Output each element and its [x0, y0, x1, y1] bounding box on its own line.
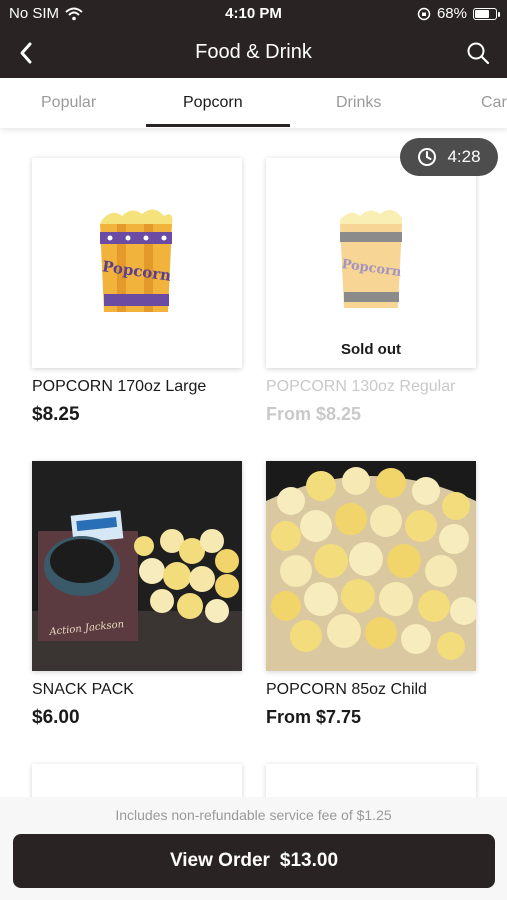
- battery-fill: [475, 9, 489, 18]
- tab-candy[interactable]: Car: [481, 94, 507, 112]
- product-price: $6.00: [32, 707, 80, 728]
- product-price: From $8.25: [266, 404, 362, 424]
- search-icon: [467, 42, 490, 65]
- category-tabs: Popular Popcorn Drinks Car: [0, 78, 507, 128]
- battery-icon: [473, 7, 500, 20]
- service-fee-note: Includes non-refundable service fee of $…: [115, 807, 392, 823]
- product-image: [266, 461, 476, 671]
- popcorn-bag-image: Popcorn: [340, 209, 403, 308]
- product-image: Action Jackson: [32, 461, 242, 671]
- snack-pack-image: Action Jackson: [32, 461, 242, 671]
- view-order-label: View Order: [169, 850, 270, 871]
- session-timer: 4:28: [400, 138, 498, 176]
- product-name: POPCORN 170oz Large: [32, 378, 207, 395]
- sold-out-badge: Sold out: [341, 341, 401, 358]
- product-image: Popcorn: [32, 158, 242, 368]
- tab-popcorn[interactable]: Popcorn: [183, 94, 243, 112]
- order-total: $13.00: [279, 850, 339, 871]
- orientation-lock-icon: [417, 7, 431, 20]
- nav-bar: Food & Drink: [0, 28, 507, 78]
- page-title: Food & Drink: [195, 41, 312, 63]
- popcorn-bag-image: Popcorn: [100, 209, 172, 312]
- battery-percent: 68%: [436, 5, 467, 22]
- status-bar: No SIM 4:10 PM 68%: [0, 0, 507, 28]
- timer-value: 4:28: [447, 147, 481, 166]
- tab-drinks[interactable]: Drinks: [336, 94, 381, 112]
- product-name: SNACK PACK: [32, 681, 134, 698]
- popcorn-pile-image: [266, 461, 476, 671]
- product-image: Popcorn Sold out: [266, 158, 476, 368]
- product-price: $8.25: [32, 404, 80, 425]
- tab-popular[interactable]: Popular: [41, 94, 96, 112]
- product-name: POPCORN 130oz Regular: [266, 378, 456, 395]
- product-name: POPCORN 85oz Child: [266, 681, 427, 698]
- clock-icon: [418, 148, 437, 166]
- product-price: From $7.75: [266, 707, 362, 727]
- order-footer: Includes non-refundable service fee of $…: [0, 797, 507, 900]
- search-button[interactable]: [463, 38, 493, 68]
- status-right: 68%: [417, 5, 500, 22]
- active-tab-indicator: [146, 124, 290, 127]
- view-order-button[interactable]: View Order $13.00: [13, 834, 495, 888]
